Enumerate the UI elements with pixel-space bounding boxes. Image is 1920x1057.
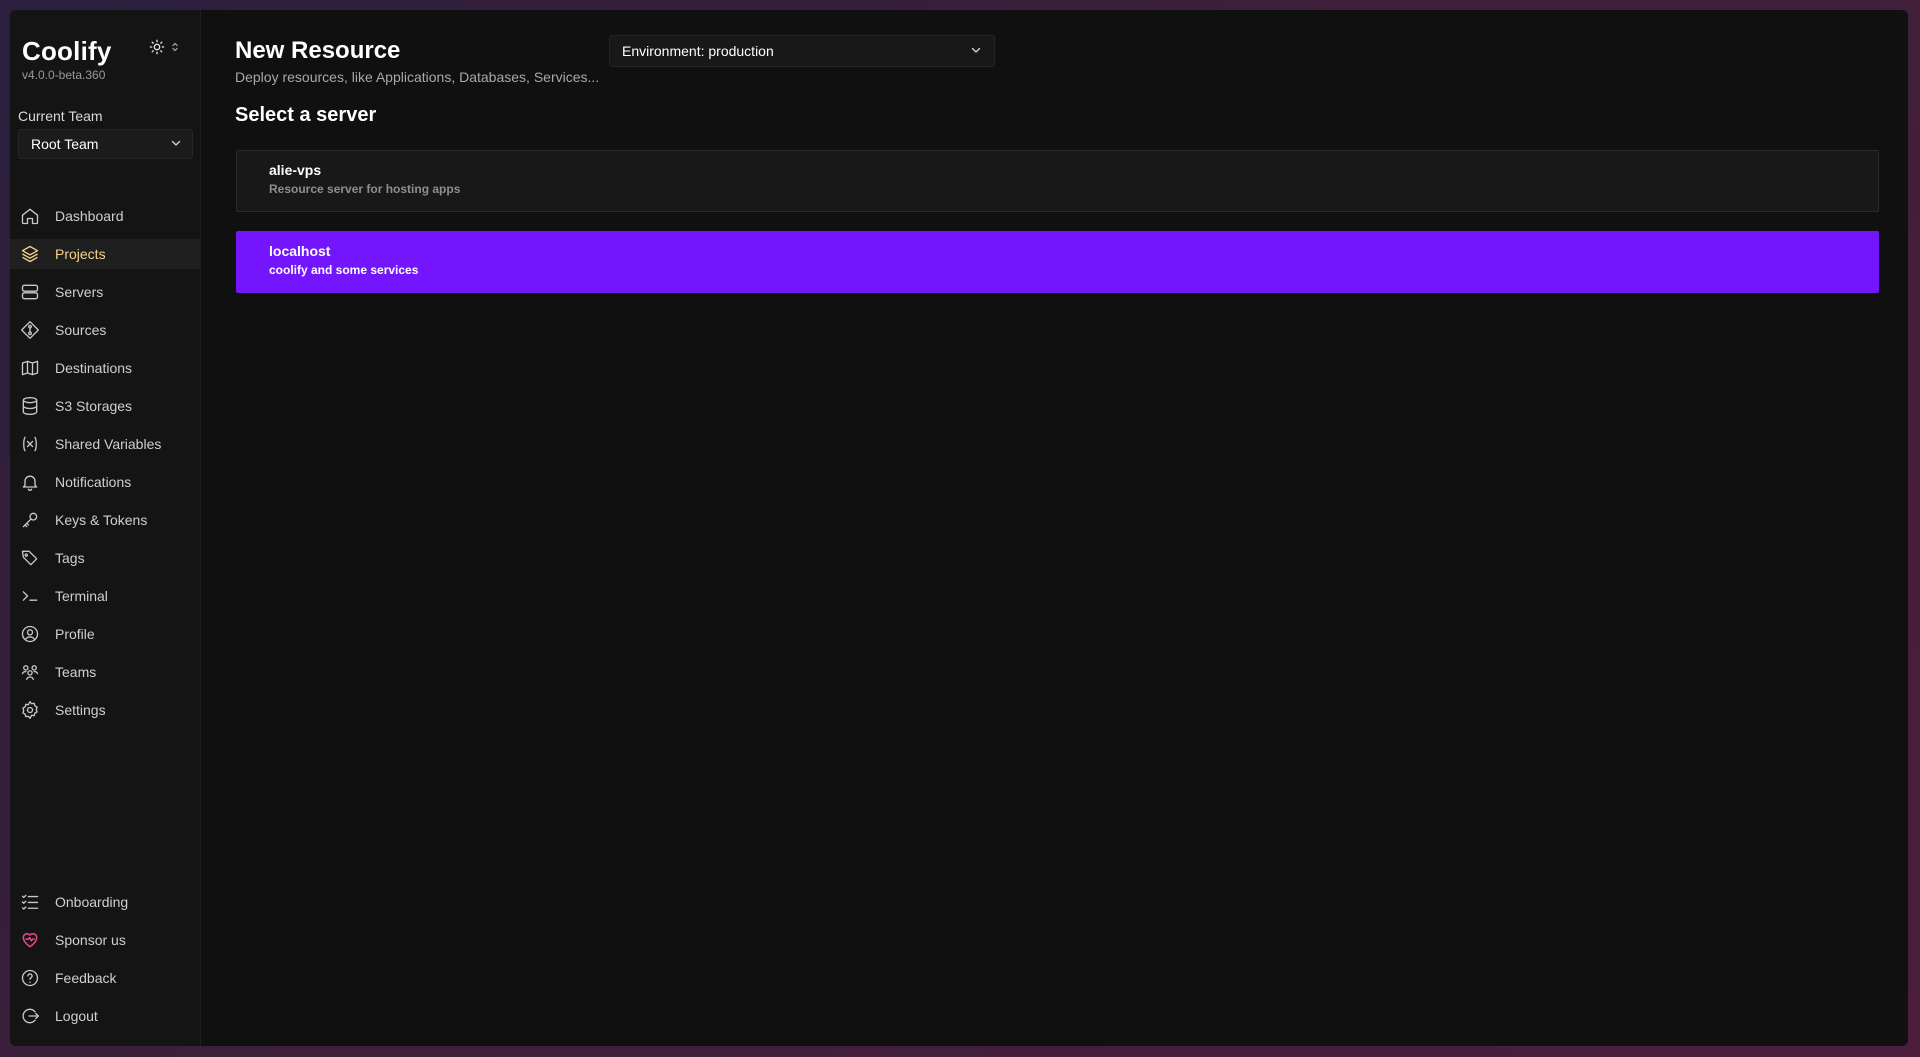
- sidebar-item-sources[interactable]: Sources: [10, 315, 201, 345]
- server-card-localhost[interactable]: localhost coolify and some services: [236, 231, 1879, 293]
- app-version: v4.0.0-beta.360: [22, 68, 106, 82]
- sidebar-item-label: Projects: [55, 246, 106, 262]
- sidebar-item-label: Feedback: [55, 970, 117, 986]
- sidebar-item-teams[interactable]: Teams: [10, 657, 201, 687]
- sidebar-item-label: Notifications: [55, 474, 132, 490]
- sidebar-item-sponsor[interactable]: Sponsor us: [10, 925, 201, 955]
- gear-icon: [19, 699, 41, 721]
- sidebar-item-label: Profile: [55, 626, 95, 642]
- sidebar-item-label: Settings: [55, 702, 106, 718]
- layers-icon: [19, 243, 41, 265]
- app-title[interactable]: Coolify: [22, 36, 112, 66]
- sidebar-item-label: S3 Storages: [55, 398, 133, 414]
- chevron-down-icon: [170, 136, 182, 152]
- user-circle-icon: [19, 623, 41, 645]
- sidebar-item-label: Destinations: [55, 360, 133, 376]
- server-description: coolify and some services: [269, 263, 419, 277]
- sidebar-item-label: Shared Variables: [55, 436, 162, 452]
- sidebar-item-tags[interactable]: Tags: [10, 543, 201, 573]
- section-title: Select a server: [235, 104, 377, 126]
- environment-select-value: Environment: production: [622, 43, 774, 59]
- server-description: Resource server for hosting apps: [269, 182, 461, 196]
- sidebar-item-feedback[interactable]: Feedback: [10, 963, 201, 993]
- terminal-icon: [19, 585, 41, 607]
- sidebar-item-dashboard[interactable]: Dashboard: [10, 201, 201, 231]
- logout-icon: [19, 1005, 41, 1027]
- sidebar-item-label: Logout: [55, 1008, 98, 1024]
- tags-icon: [19, 547, 41, 569]
- sidebar-item-s3-storages[interactable]: S3 Storages: [10, 391, 201, 421]
- heart-icon: [19, 929, 41, 951]
- sidebar-item-label: Sources: [55, 322, 107, 338]
- brand: Coolify v4.0.0-beta.360: [22, 36, 112, 82]
- sidebar-item-label: Keys & Tokens: [55, 512, 148, 528]
- environment-select[interactable]: Environment: production: [609, 35, 995, 67]
- sidebar: Coolify v4.0.0-beta.360 Current Team Roo…: [10, 10, 201, 1046]
- sidebar-item-logout[interactable]: Logout: [10, 1001, 201, 1031]
- sidebar-bottom-nav: Onboarding Sponsor us Feedback Logout: [10, 887, 201, 1039]
- server-name: alie-vps: [269, 162, 322, 178]
- sidebar-item-label: Servers: [55, 284, 104, 300]
- variable-icon: [19, 433, 41, 455]
- sidebar-item-profile[interactable]: Profile: [10, 619, 201, 649]
- sidebar-item-label: Dashboard: [55, 208, 124, 224]
- sidebar-item-label: Teams: [55, 664, 97, 680]
- page-subtitle: Deploy resources, like Applications, Dat…: [235, 69, 600, 85]
- key-icon: [19, 509, 41, 531]
- current-team-label: Current Team: [18, 108, 103, 124]
- git-icon: [19, 319, 41, 341]
- chevron-up-down-icon: [171, 41, 179, 53]
- help-icon: [19, 967, 41, 989]
- sidebar-item-destinations[interactable]: Destinations: [10, 353, 201, 383]
- sidebar-item-notifications[interactable]: Notifications: [10, 467, 201, 497]
- team-select-value: Root Team: [31, 136, 99, 152]
- team-select[interactable]: Root Team: [18, 129, 193, 159]
- page-title: New Resource: [235, 37, 401, 64]
- users-icon: [19, 661, 41, 683]
- sidebar-item-settings[interactable]: Settings: [10, 695, 201, 725]
- checklist-icon: [19, 891, 41, 913]
- map-icon: [19, 357, 41, 379]
- sidebar-nav: Dashboard Projects Servers Sources Desti…: [10, 201, 201, 733]
- bell-icon: [19, 471, 41, 493]
- sidebar-item-label: Onboarding: [55, 894, 129, 910]
- sun-icon: [149, 39, 165, 55]
- theme-toggle[interactable]: [149, 39, 179, 55]
- database-icon: [19, 395, 41, 417]
- main-content: New Resource Environment: production Dep…: [201, 10, 1908, 1046]
- sidebar-item-onboarding[interactable]: Onboarding: [10, 887, 201, 917]
- sidebar-item-label: Terminal: [55, 588, 108, 604]
- sidebar-item-label: Tags: [55, 550, 85, 566]
- sidebar-item-label: Sponsor us: [55, 932, 126, 948]
- server-card-alie-vps[interactable]: alie-vps Resource server for hosting app…: [236, 150, 1879, 212]
- sidebar-item-shared-variables[interactable]: Shared Variables: [10, 429, 201, 459]
- sidebar-item-keys-tokens[interactable]: Keys & Tokens: [10, 505, 201, 535]
- server-name: localhost: [269, 243, 331, 259]
- chevron-down-icon: [970, 43, 982, 59]
- server-icon: [19, 281, 41, 303]
- sidebar-item-projects[interactable]: Projects: [10, 239, 201, 269]
- sidebar-item-servers[interactable]: Servers: [10, 277, 201, 307]
- sidebar-item-terminal[interactable]: Terminal: [10, 581, 201, 611]
- home-icon: [19, 205, 41, 227]
- app-window: Coolify v4.0.0-beta.360 Current Team Roo…: [10, 10, 1908, 1046]
